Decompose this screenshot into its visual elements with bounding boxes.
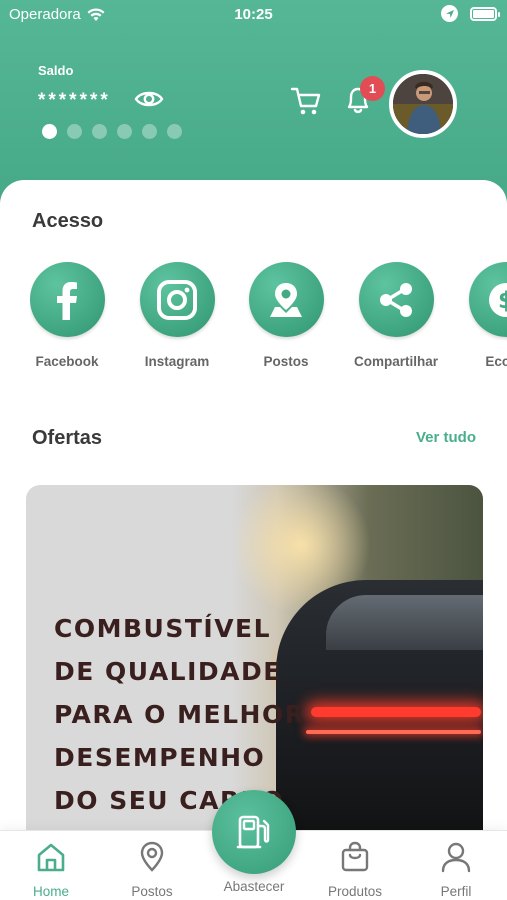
access-circle[interactable]: $	[468, 262, 507, 337]
svg-text:$: $	[498, 288, 507, 314]
banner-line: COMBUSTÍVEL	[54, 614, 272, 643]
fuel-pump-icon	[236, 815, 270, 849]
tab-postos[interactable]: Postos	[107, 841, 197, 899]
carousel-dot[interactable]	[67, 124, 82, 139]
status-time: 10:25	[234, 6, 273, 23]
banner-line: DE QUALIDADE	[54, 657, 282, 686]
access-circle[interactable]	[248, 262, 324, 337]
carousel-dot[interactable]	[167, 124, 182, 139]
tab-perfil[interactable]: Perfil	[411, 841, 501, 899]
section-title-acesso: Acesso	[32, 210, 104, 232]
map-pin-icon	[140, 841, 164, 872]
instagram-icon	[157, 279, 197, 320]
access-circle[interactable]	[139, 262, 215, 337]
map-pin-icon	[270, 282, 302, 317]
refuel-label[interactable]: Abastecer	[204, 879, 304, 894]
header: Operadora 10:25 Saldo ******* 1	[0, 0, 507, 200]
banner-line: DESEMPENHO	[54, 743, 266, 772]
tab-home[interactable]: Home	[6, 841, 96, 899]
status-bar: Operadora 10:25	[0, 0, 507, 28]
notification-badge: 1	[360, 76, 385, 101]
access-label: Econo	[485, 354, 507, 369]
tab-label: Produtos	[327, 884, 383, 899]
carousel-dots[interactable]	[42, 124, 182, 139]
banner-line: PARA O MELHOR	[54, 700, 306, 729]
refuel-button[interactable]	[212, 790, 296, 874]
carousel-dot[interactable]	[92, 124, 107, 139]
access-label: Facebook	[35, 354, 99, 369]
tab-produtos[interactable]: Produtos	[310, 841, 400, 899]
dollar-icon: $	[489, 282, 507, 317]
see-all-link[interactable]: Ver tudo	[416, 429, 476, 446]
shopping-bag-icon	[341, 841, 369, 872]
battery-icon	[470, 6, 500, 21]
access-label: Compartilhar	[353, 354, 438, 369]
facebook-icon	[57, 281, 77, 320]
access-label: Postos	[263, 354, 309, 369]
share-icon	[380, 282, 412, 317]
carousel-dot[interactable]	[42, 124, 57, 139]
access-label: Instagram	[144, 354, 210, 369]
tab-label: Perfil	[440, 884, 472, 899]
tab-label: Postos	[131, 884, 173, 899]
access-item-compartilhar[interactable]: Compartilhar	[341, 262, 451, 369]
eye-icon[interactable]	[134, 86, 164, 112]
cart-icon[interactable]	[290, 86, 322, 116]
banner-text: COMBUSTÍVEL DE QUALIDADE PARA O MELHOR D…	[54, 607, 474, 822]
access-item-postos[interactable]: Postos	[231, 262, 341, 369]
carousel-dot[interactable]	[117, 124, 132, 139]
user-icon	[441, 842, 471, 873]
avatar[interactable]	[389, 70, 457, 138]
status-right	[441, 5, 500, 22]
access-shortcuts[interactable]: Facebook Instagram Postos Compartilhar $…	[30, 262, 507, 382]
home-icon	[37, 843, 65, 872]
location-icon	[441, 5, 458, 22]
access-item-econo[interactable]: $ Econo	[451, 262, 507, 369]
carousel-dot[interactable]	[142, 124, 157, 139]
tab-label: Home	[32, 884, 69, 899]
access-circle[interactable]	[358, 262, 434, 337]
access-item-instagram[interactable]: Instagram	[122, 262, 232, 369]
access-item-facebook[interactable]: Facebook	[30, 262, 122, 369]
balance-label: Saldo	[38, 63, 74, 78]
access-circle[interactable]	[30, 262, 105, 337]
section-title-ofertas: Ofertas	[32, 427, 103, 449]
balance-value: *******	[38, 90, 111, 111]
